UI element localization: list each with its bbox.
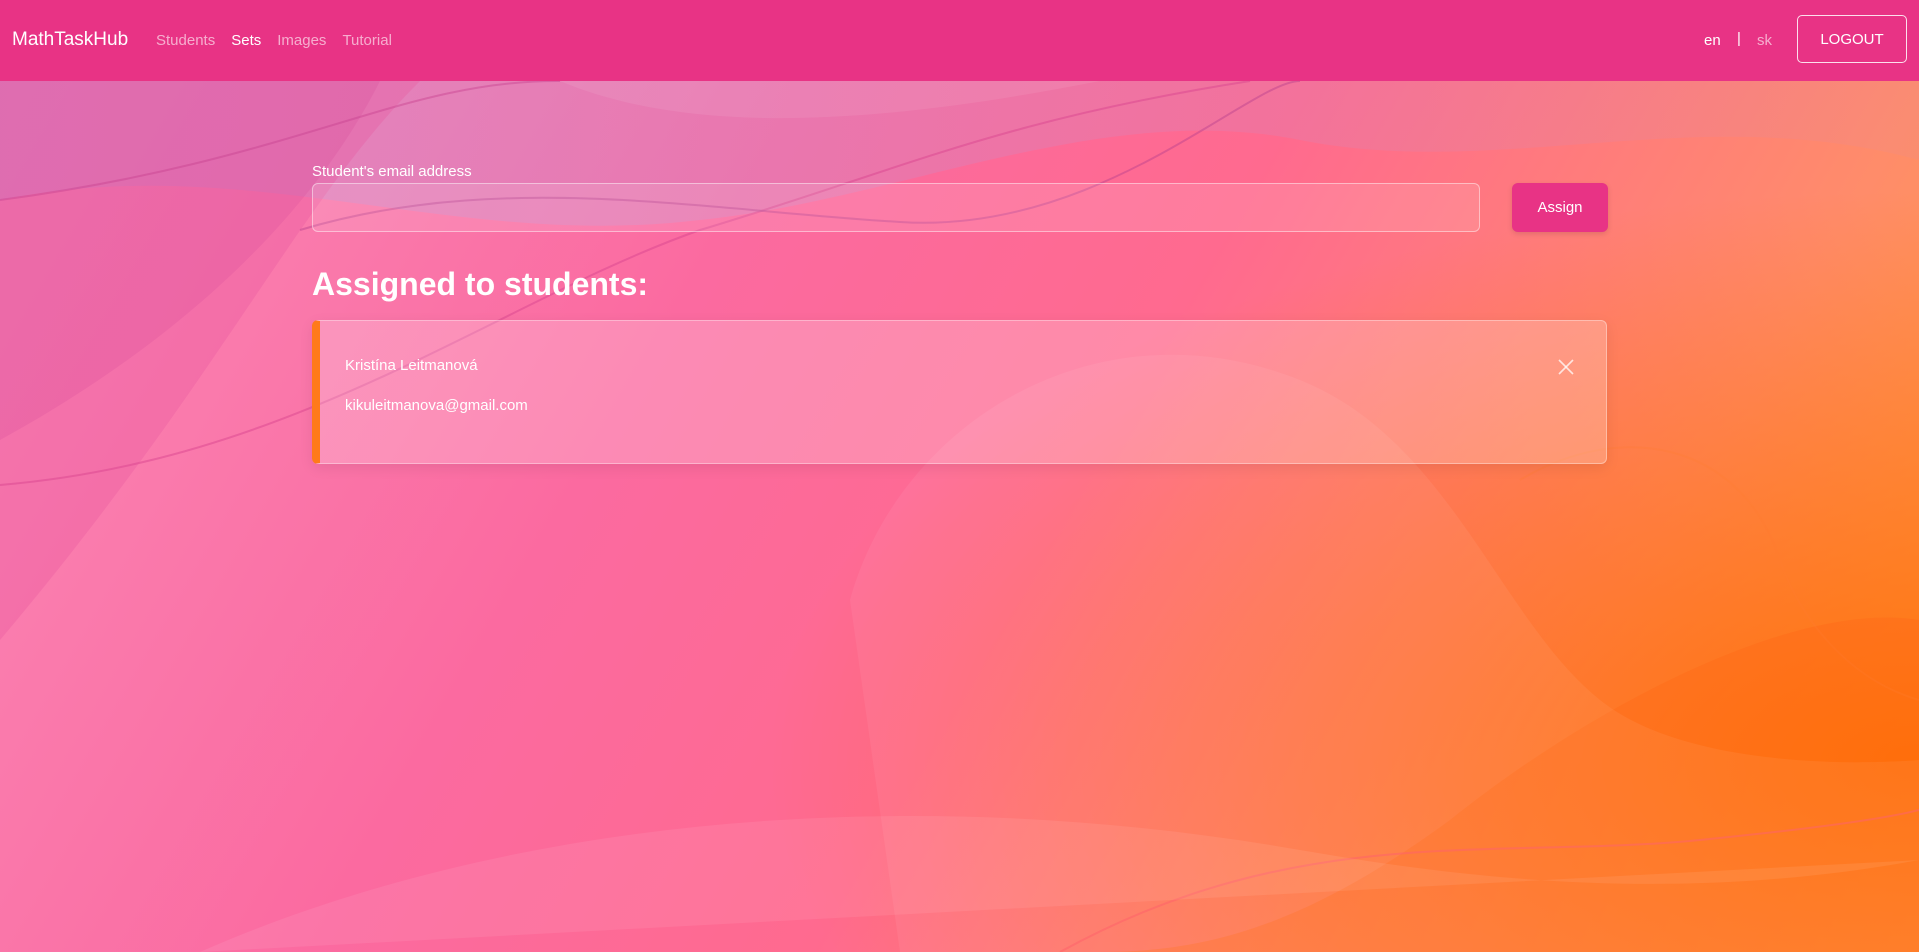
email-field-label: Student's email address bbox=[312, 163, 472, 180]
student-name: Kristína Leitmanová bbox=[345, 357, 478, 374]
top-navbar: MathTaskHub Students Sets Images Tutoria… bbox=[0, 0, 1919, 81]
assigned-student-card: Kristína Leitmanová kikuleitmanova@gmail… bbox=[312, 320, 1607, 464]
nav-link-images[interactable]: Images bbox=[277, 32, 326, 49]
close-icon[interactable] bbox=[1556, 357, 1576, 377]
language-separator: | bbox=[1737, 30, 1741, 47]
nav-link-tutorial[interactable]: Tutorial bbox=[342, 32, 391, 49]
nav-link-students[interactable]: Students bbox=[156, 32, 215, 49]
brand-logo[interactable]: MathTaskHub bbox=[12, 29, 128, 51]
nav-link-sets[interactable]: Sets bbox=[231, 32, 261, 49]
assign-button[interactable]: Assign bbox=[1512, 183, 1608, 232]
logout-button[interactable]: LOGOUT bbox=[1797, 15, 1907, 63]
language-sk[interactable]: sk bbox=[1757, 32, 1772, 49]
main-content: Student's email address Assign Assigned … bbox=[0, 0, 1919, 952]
email-field[interactable] bbox=[312, 183, 1480, 232]
assigned-students-title: Assigned to students: bbox=[312, 266, 649, 302]
nav-links: Students Sets Images Tutorial bbox=[156, 32, 392, 49]
student-email: kikuleitmanova@gmail.com bbox=[345, 397, 528, 414]
language-en[interactable]: en bbox=[1704, 32, 1721, 49]
